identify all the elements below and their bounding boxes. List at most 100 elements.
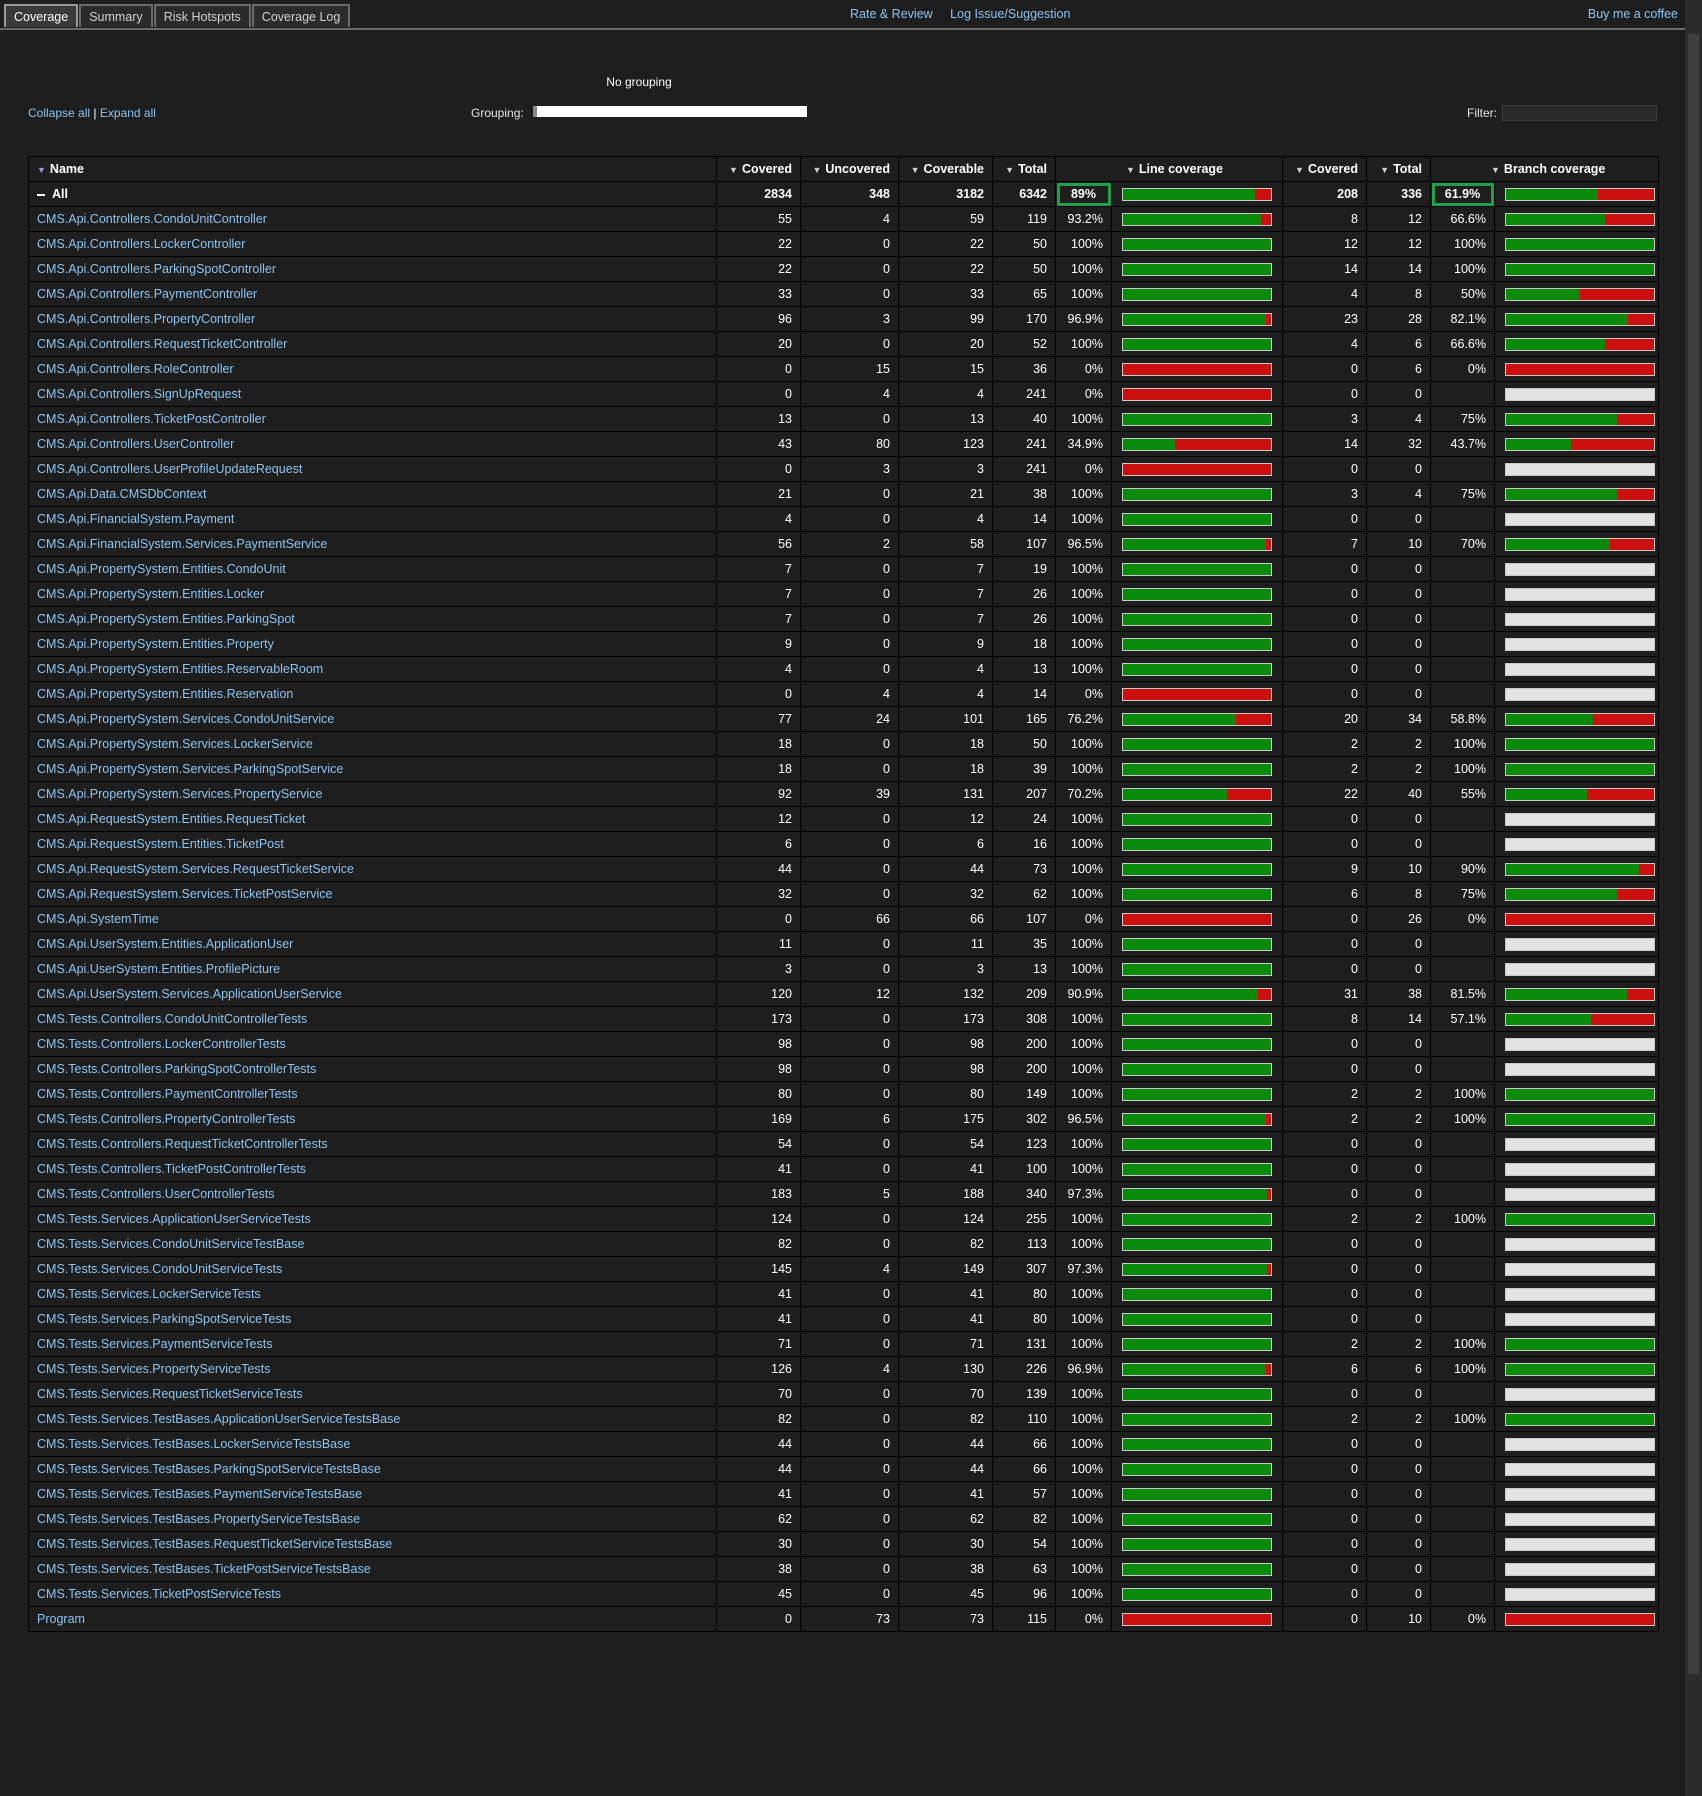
class-link[interactable]: CMS.Tests.Controllers.PropertyController…: [37, 1112, 295, 1126]
coverable-cell: 7: [898, 556, 993, 582]
branch-covered-cell: 0: [1282, 1431, 1367, 1457]
class-link[interactable]: CMS.Api.Controllers.UserController: [37, 437, 234, 451]
branch-total-cell: 8: [1366, 281, 1431, 307]
class-link[interactable]: CMS.Api.Controllers.UserProfileUpdateReq…: [37, 462, 302, 476]
grouping-slider[interactable]: [533, 106, 807, 117]
class-link[interactable]: CMS.Tests.Services.CondoUnitServiceTests: [37, 1262, 282, 1276]
branch-coverage-bar: [1505, 887, 1655, 901]
name-cell: CMS.Tests.Controllers.RequestTicketContr…: [28, 1131, 717, 1157]
class-link[interactable]: CMS.Tests.Services.TestBases.Application…: [37, 1412, 400, 1426]
class-link[interactable]: CMS.Tests.Services.TestBases.ParkingSpot…: [37, 1462, 381, 1476]
collapse-all-link[interactable]: Collapse all: [28, 106, 90, 120]
branch-coverage-column-header[interactable]: ▼ Branch coverage: [1429, 156, 1660, 182]
table-header-row: ▼ Name ▼ Covered ▼ Uncovered ▼ Coverable ▼ To…: [28, 156, 1660, 182]
class-link[interactable]: CMS.Tests.Services.CondoUnitServiceTestB…: [37, 1237, 304, 1251]
class-link[interactable]: CMS.Api.PropertySystem.Entities.CondoUni…: [37, 562, 286, 576]
class-link[interactable]: CMS.Api.Controllers.PropertyController: [37, 312, 255, 326]
uncovered-segment: [1267, 1263, 1271, 1275]
tab-coverage-log[interactable]: Coverage Log: [251, 4, 351, 27]
branch-total-cell: 28: [1366, 306, 1431, 332]
class-link[interactable]: CMS.Tests.Services.PropertyServiceTests: [37, 1362, 270, 1376]
uncovered-column-header[interactable]: ▼ Uncovered: [800, 156, 899, 182]
class-link[interactable]: CMS.Api.Controllers.RoleController: [37, 362, 234, 376]
coverable-column-header[interactable]: ▼ Coverable: [898, 156, 993, 182]
class-link[interactable]: CMS.Tests.Services.TestBases.RequestTick…: [37, 1537, 392, 1551]
class-link[interactable]: CMS.Api.RequestSystem.Services.TicketPos…: [37, 887, 332, 901]
class-link[interactable]: CMS.Tests.Controllers.TicketPostControll…: [37, 1162, 306, 1176]
class-link[interactable]: CMS.Api.Controllers.RequestTicketControl…: [37, 337, 287, 351]
class-link[interactable]: CMS.Tests.Services.TestBases.LockerServi…: [37, 1437, 350, 1451]
line-coverage-column-header[interactable]: ▼ Line coverage: [1055, 156, 1283, 182]
class-link[interactable]: CMS.Tests.Services.PaymentServiceTests: [37, 1337, 273, 1351]
class-link[interactable]: CMS.Tests.Controllers.ParkingSpotControl…: [37, 1062, 316, 1076]
scrollbar-thumb[interactable]: [1688, 34, 1699, 1674]
class-link[interactable]: CMS.Api.UserSystem.Entities.ProfilePictu…: [37, 962, 280, 976]
class-link[interactable]: CMS.Api.RequestSystem.Services.RequestTi…: [37, 862, 354, 876]
line-coverage-bar-cell: [1111, 1281, 1283, 1307]
class-link[interactable]: Program: [37, 1612, 85, 1626]
class-link[interactable]: CMS.Api.PropertySystem.Entities.Property: [37, 637, 274, 651]
tab-summary[interactable]: Summary: [79, 4, 153, 27]
class-link[interactable]: CMS.Tests.Controllers.LockerControllerTe…: [37, 1037, 286, 1051]
class-link[interactable]: CMS.Api.PropertySystem.Services.Property…: [37, 787, 323, 801]
log-issue-link[interactable]: Log Issue/Suggestion: [950, 7, 1070, 21]
class-link[interactable]: CMS.Tests.Services.TicketPostServiceTest…: [37, 1587, 281, 1601]
name-cell: CMS.Api.Controllers.LockerController: [28, 231, 717, 257]
table-row: CMS.Api.Controllers.TicketPostController…: [28, 406, 1660, 432]
class-link[interactable]: CMS.Api.Controllers.ParkingSpotControlle…: [37, 262, 276, 276]
line-coverage-percent: 100%: [1055, 1556, 1112, 1582]
covered-cell: 44: [716, 1456, 801, 1482]
filter-input[interactable]: [1502, 105, 1657, 121]
class-link[interactable]: CMS.Tests.Services.TestBases.TicketPostS…: [37, 1562, 371, 1576]
uncovered-cell: 0: [800, 1456, 899, 1482]
class-link[interactable]: CMS.Api.Controllers.LockerController: [37, 237, 245, 251]
class-link[interactable]: CMS.Api.Data.CMSDbContext: [37, 487, 207, 501]
class-link[interactable]: CMS.Tests.Controllers.RequestTicketContr…: [37, 1137, 328, 1151]
branch-coverage-bar: [1505, 237, 1655, 251]
line-coverage-bar: [1122, 312, 1272, 326]
name-column-header[interactable]: ▼ Name: [28, 156, 717, 182]
branch-total-column-header[interactable]: ▼ Total: [1366, 156, 1431, 182]
class-link[interactable]: CMS.Api.PropertySystem.Entities.Reservab…: [37, 662, 323, 676]
branch-covered-cell: 31: [1282, 981, 1367, 1007]
class-link[interactable]: CMS.Tests.Services.ParkingSpotServiceTes…: [37, 1312, 291, 1326]
class-link[interactable]: CMS.Api.PropertySystem.Services.LockerSe…: [37, 737, 313, 751]
class-link[interactable]: CMS.Api.UserSystem.Services.ApplicationU…: [37, 987, 342, 1001]
collapse-icon[interactable]: [37, 193, 45, 196]
class-link[interactable]: CMS.Api.RequestSystem.Entities.RequestTi…: [37, 812, 305, 826]
class-link[interactable]: CMS.Tests.Services.RequestTicketServiceT…: [37, 1387, 303, 1401]
class-link[interactable]: CMS.Api.Controllers.PaymentController: [37, 287, 257, 301]
class-link[interactable]: CMS.Tests.Controllers.UserControllerTest…: [37, 1187, 275, 1201]
class-link[interactable]: CMS.Tests.Services.LockerServiceTests: [37, 1287, 261, 1301]
class-link[interactable]: CMS.Tests.Services.TestBases.PropertySer…: [37, 1512, 360, 1526]
class-link[interactable]: CMS.Api.PropertySystem.Services.ParkingS…: [37, 762, 343, 776]
branch-coverage-bar-cell: [1493, 1581, 1660, 1607]
class-link[interactable]: CMS.Api.FinancialSystem.Payment: [37, 512, 234, 526]
class-link[interactable]: CMS.Api.FinancialSystem.Services.Payment…: [37, 537, 327, 551]
name-cell[interactable]: All: [28, 181, 717, 207]
tab-coverage[interactable]: Coverage: [4, 4, 79, 27]
class-link[interactable]: CMS.Api.PropertySystem.Services.CondoUni…: [37, 712, 334, 726]
class-link[interactable]: CMS.Tests.Controllers.PaymentControllerT…: [37, 1087, 298, 1101]
class-link[interactable]: CMS.Api.RequestSystem.Entities.TicketPos…: [37, 837, 284, 851]
class-link[interactable]: CMS.Tests.Services.TestBases.PaymentServ…: [37, 1487, 362, 1501]
buy-coffee-link[interactable]: Buy me a coffee: [1588, 7, 1678, 21]
rate-review-link[interactable]: Rate & Review: [850, 7, 933, 21]
class-link[interactable]: CMS.Api.UserSystem.Entities.ApplicationU…: [37, 937, 293, 951]
class-link[interactable]: CMS.Api.Controllers.TicketPostController: [37, 412, 266, 426]
class-link[interactable]: CMS.Api.Controllers.CondoUnitController: [37, 212, 267, 226]
covered-column-header[interactable]: ▼ Covered: [716, 156, 801, 182]
class-link[interactable]: CMS.Api.PropertySystem.Entities.Locker: [37, 587, 264, 601]
class-link[interactable]: CMS.Tests.Controllers.CondoUnitControlle…: [37, 1012, 307, 1026]
class-link[interactable]: CMS.Api.SystemTime: [37, 912, 159, 926]
line-coverage-bar: [1122, 587, 1272, 601]
vertical-scrollbar[interactable]: [1685, 0, 1702, 1796]
total-column-header[interactable]: ▼ Total: [992, 156, 1056, 182]
branch-covered-column-header[interactable]: ▼ Covered: [1282, 156, 1367, 182]
class-link[interactable]: CMS.Api.Controllers.SignUpRequest: [37, 387, 241, 401]
expand-all-link[interactable]: Expand all: [100, 106, 156, 120]
class-link[interactable]: CMS.Api.PropertySystem.Entities.Reservat…: [37, 687, 293, 701]
class-link[interactable]: CMS.Api.PropertySystem.Entities.ParkingS…: [37, 612, 295, 626]
class-link[interactable]: CMS.Tests.Services.ApplicationUserServic…: [37, 1212, 311, 1226]
tab-risk-hotspots[interactable]: Risk Hotspots: [153, 4, 251, 27]
